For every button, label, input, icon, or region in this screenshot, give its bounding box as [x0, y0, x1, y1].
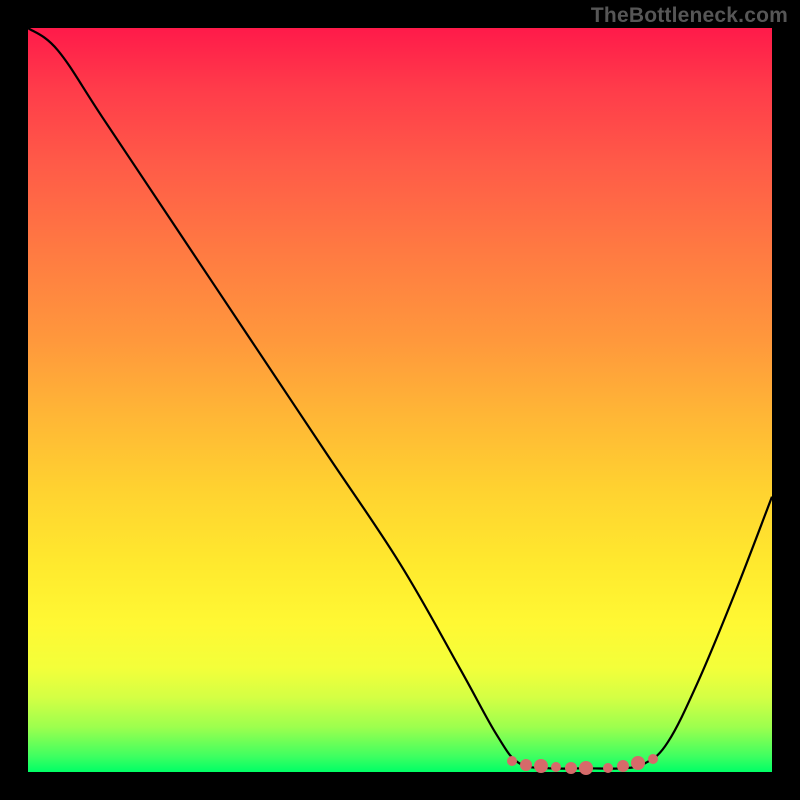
marker-dot — [551, 762, 561, 772]
plot-area — [28, 28, 772, 772]
attribution-text: TheBottleneck.com — [591, 4, 788, 28]
marker-dot — [520, 759, 532, 771]
marker-dot — [579, 761, 593, 775]
chart-frame: TheBottleneck.com — [0, 0, 800, 800]
bottleneck-curve — [28, 28, 772, 769]
curve-svg — [28, 28, 772, 772]
marker-dot — [603, 763, 613, 773]
marker-dot — [565, 762, 577, 774]
marker-dot — [648, 754, 658, 764]
marker-dot — [507, 756, 517, 766]
